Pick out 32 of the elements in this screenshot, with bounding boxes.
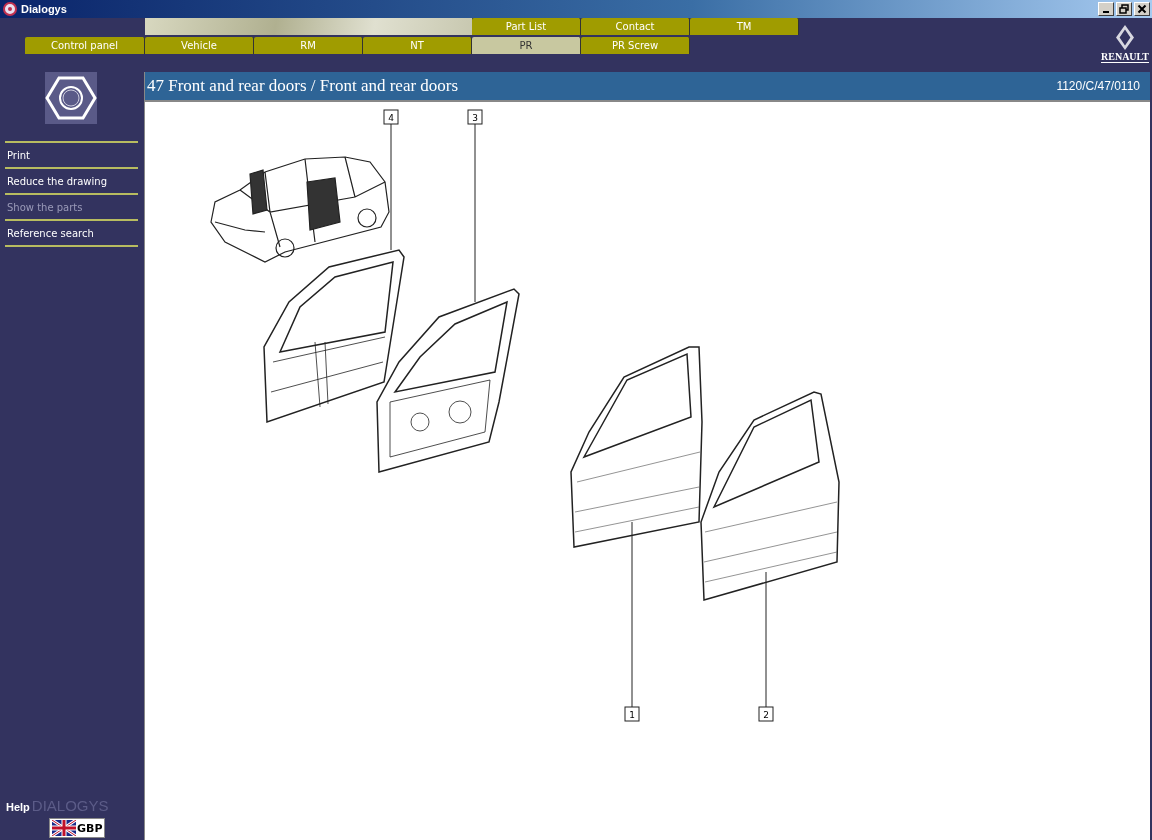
tab[interactable]: PR Screw xyxy=(581,37,690,54)
app-icon xyxy=(2,1,18,17)
tab[interactable]: Control panel xyxy=(25,37,145,54)
callout-label: 3 xyxy=(467,109,483,125)
tab[interactable]: Contact xyxy=(581,18,690,35)
diamond-logo-icon xyxy=(1114,24,1136,51)
window-title: Dialogys xyxy=(21,3,67,15)
minimize-icon xyxy=(1103,11,1109,13)
tab[interactable]: NT xyxy=(363,37,472,54)
page-title: 47 Front and rear doors / Front and rear doors xyxy=(147,76,459,96)
callout-label: 1 xyxy=(624,706,640,722)
tab[interactable]: PR xyxy=(472,37,581,54)
hex-nut-icon xyxy=(45,72,97,124)
close-icon xyxy=(1137,4,1147,14)
currency-button[interactable]: GBP xyxy=(49,818,106,838)
flag-icon xyxy=(52,820,76,836)
help-link[interactable]: Help xyxy=(6,801,30,813)
tab[interactable]: Vehicle xyxy=(145,37,254,54)
tab[interactable]: RM xyxy=(254,37,363,54)
tab[interactable]: TM xyxy=(690,18,799,35)
brand-name: RENAULT xyxy=(1101,51,1149,63)
close-button[interactable] xyxy=(1134,2,1150,16)
minimize-button[interactable] xyxy=(1098,2,1114,16)
callout-label: 4 xyxy=(383,109,399,125)
sidebar-item[interactable]: Reference search xyxy=(5,221,138,247)
restore-button[interactable] xyxy=(1116,2,1132,16)
sidebar-item[interactable]: Reduce the drawing xyxy=(5,169,138,195)
reference-number: 1120/C/47/0110 xyxy=(1056,79,1140,93)
restore-icon xyxy=(1119,4,1129,14)
sidebar-item[interactable]: Print xyxy=(5,143,138,169)
callout-label: 2 xyxy=(758,706,774,722)
tab[interactable]: Part List xyxy=(472,18,581,35)
